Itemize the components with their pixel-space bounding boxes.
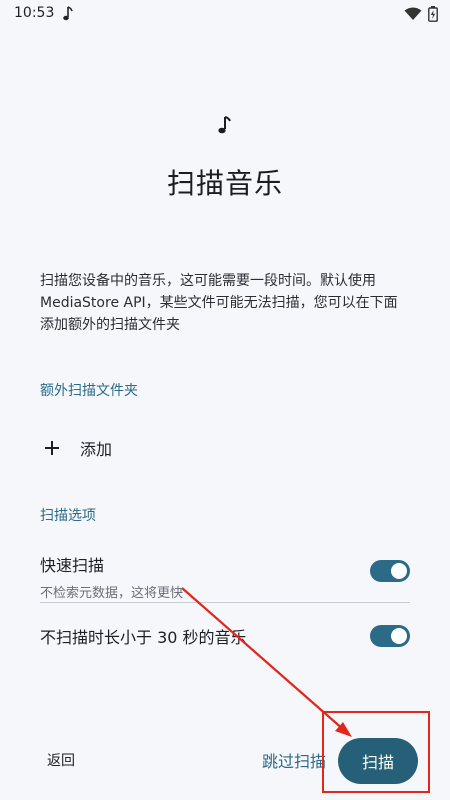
page-title: 扫描音乐 — [166, 167, 283, 200]
quick-scan-title: 快速扫描 — [40, 556, 105, 575]
scan-options-section-label: 扫描选项 — [40, 508, 96, 524]
status-time: 10:53 — [14, 5, 55, 21]
divider — [40, 602, 410, 603]
skip-short-option[interactable]: 不扫描时长小于 30 秒的音乐 — [40, 624, 410, 650]
add-folder-button[interactable]: 添加 — [40, 430, 410, 466]
toggle-knob — [391, 563, 407, 579]
quick-scan-toggle[interactable] — [370, 560, 410, 582]
skip-short-title: 不扫描时长小于 30 秒的音乐 — [40, 628, 247, 647]
skip-short-toggle[interactable] — [370, 625, 410, 647]
quick-scan-subtitle: 不检索元数据，这将更快 — [40, 586, 184, 601]
status-bar: 10:53 — [0, 0, 450, 28]
hero-section: 扫描音乐 — [0, 114, 450, 202]
description-text: 扫描您设备中的音乐，这可能需要一段时间。默认使用 MediaStore API，… — [40, 273, 398, 333]
toggle-knob — [391, 628, 407, 644]
skip-scan-button[interactable]: 跳过扫描 — [262, 748, 326, 772]
annotation-highlight-box — [322, 711, 430, 793]
quick-scan-option[interactable]: 快速扫描 不检索元数据，这将更快 — [40, 552, 410, 601]
extra-folders-section-label: 额外扫描文件夹 — [40, 383, 138, 399]
add-folder-label: 添加 — [80, 440, 113, 459]
plus-icon — [45, 441, 59, 455]
back-button[interactable]: 返回 — [47, 750, 75, 770]
battery-icon — [428, 6, 438, 22]
music-note-icon — [218, 116, 231, 134]
status-icons — [404, 5, 438, 23]
music-note-icon — [63, 6, 73, 21]
wifi-icon — [404, 7, 422, 20]
